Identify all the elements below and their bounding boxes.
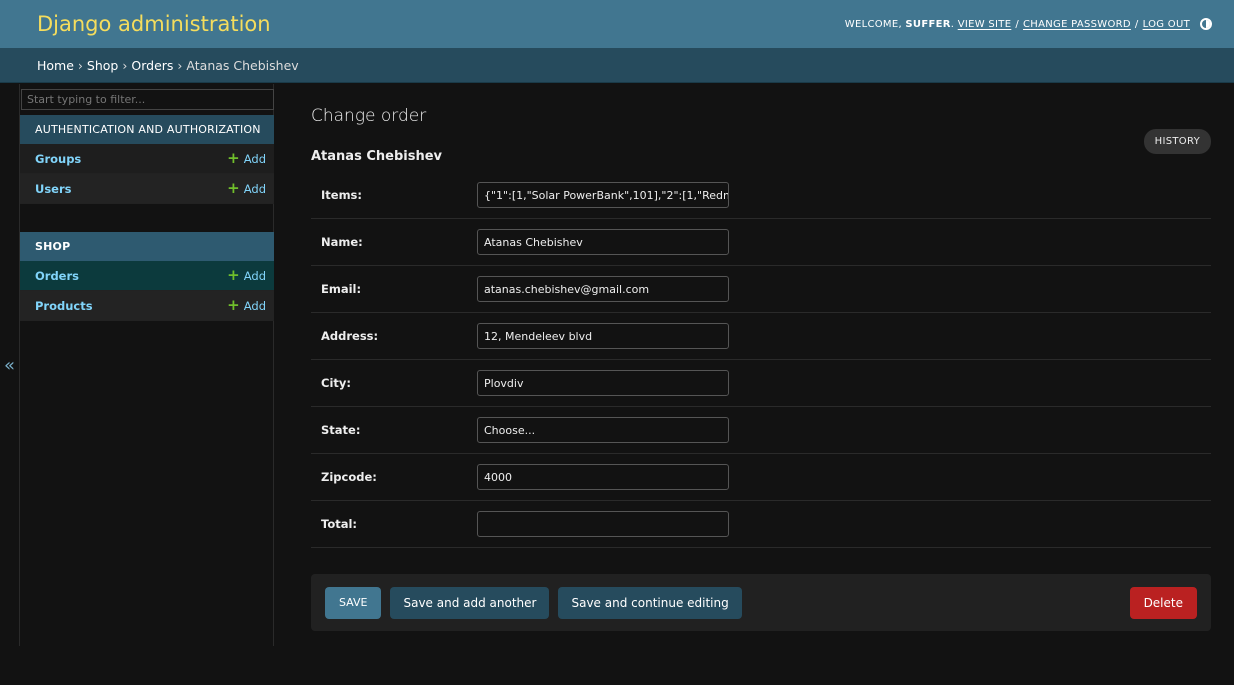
change-password-link[interactable]: Change password: [1023, 19, 1131, 30]
city-field[interactable]: Plovdiv: [477, 370, 729, 396]
form-row-name: Name: Atanas Chebishev: [311, 219, 1211, 266]
header: Django administration Welcome, SUFFER. V…: [0, 0, 1234, 48]
theme-toggle-icon[interactable]: [1200, 18, 1212, 30]
add-label: Add: [243, 298, 266, 313]
zipcode-label: Zipcode:: [321, 470, 377, 484]
add-groups-link[interactable]: + Add: [227, 151, 266, 166]
form-row-address: Address: 12, Mendeleev blvd: [311, 313, 1211, 360]
breadcrumb-current: Atanas Chebishev: [186, 57, 299, 73]
total-label: Total:: [321, 517, 358, 531]
sidebar-item-groups: Groups + Add: [20, 144, 274, 174]
form-row-state: State: Choose...: [311, 407, 1211, 454]
email-label: Email:: [321, 282, 362, 296]
items-label: Items:: [321, 188, 363, 202]
name-label: Name:: [321, 235, 363, 249]
breadcrumb-home[interactable]: Home: [37, 58, 74, 73]
sidebar-item-products: Products + Add: [20, 291, 274, 321]
add-label: Add: [243, 181, 266, 196]
history-button[interactable]: History: [1143, 129, 1211, 154]
state-field[interactable]: Choose...: [477, 417, 729, 443]
save-and-add-another-button[interactable]: Save and add another: [390, 586, 550, 619]
plus-icon: +: [227, 149, 240, 167]
toggle-nav-sidebar[interactable]: «: [0, 84, 20, 646]
breadcrumb-separator: ›: [77, 57, 83, 73]
breadcrumb-orders[interactable]: Orders: [131, 58, 173, 73]
form-row-total: Total:: [311, 501, 1211, 548]
nav-sidebar: Authentication and Authorization Groups …: [20, 84, 274, 646]
app-shop: Shop Orders + Add Products + Add: [20, 232, 274, 321]
nav-filter-input[interactable]: [21, 89, 274, 110]
site-branding[interactable]: Django administration: [37, 12, 271, 36]
model-link-groups[interactable]: Groups: [35, 152, 81, 166]
form-row-email: Email: atanas.chebishev@gmail.com: [311, 266, 1211, 313]
add-users-link[interactable]: + Add: [227, 181, 266, 196]
model-link-products[interactable]: Products: [35, 299, 93, 313]
welcome-text: Welcome,: [844, 18, 902, 30]
zipcode-field[interactable]: 4000: [477, 464, 729, 490]
sidebar-item-orders: Orders + Add: [20, 261, 274, 291]
form-row-items: Items: {"1":[1,"Solar PowerBank",101],"2…: [311, 172, 1211, 219]
breadcrumb-separator: ›: [177, 57, 183, 73]
save-and-continue-button[interactable]: Save and continue editing: [558, 586, 742, 619]
view-site-link[interactable]: View site: [958, 19, 1012, 30]
email-field[interactable]: atanas.chebishev@gmail.com: [477, 276, 729, 302]
plus-icon: +: [227, 296, 240, 314]
breadcrumb: Home › Shop › Orders › Atanas Chebishev: [0, 48, 1234, 83]
plus-icon: +: [227, 179, 240, 197]
username: SUFFER: [905, 18, 951, 30]
page-title: Change order: [311, 106, 427, 126]
items-field[interactable]: {"1":[1,"Solar PowerBank",101],"2":[1,"R…: [477, 182, 729, 208]
model-link-users[interactable]: Users: [35, 182, 72, 196]
app-caption-auth[interactable]: Authentication and Authorization: [20, 115, 274, 144]
form-row-zipcode: Zipcode: 4000: [311, 454, 1211, 501]
app-auth: Authentication and Authorization Groups …: [20, 115, 274, 204]
app-caption-shop[interactable]: Shop: [20, 232, 274, 261]
add-products-link[interactable]: + Add: [227, 298, 266, 313]
change-form: Items: {"1":[1,"Solar PowerBank",101],"2…: [311, 172, 1211, 548]
name-field[interactable]: Atanas Chebishev: [477, 229, 729, 255]
breadcrumb-shop[interactable]: Shop: [87, 58, 118, 73]
city-label: City:: [321, 376, 351, 390]
breadcrumb-separator: ›: [122, 57, 128, 73]
add-label: Add: [243, 268, 266, 283]
separator: /: [1134, 18, 1139, 30]
form-row-city: City: Plovdiv: [311, 360, 1211, 407]
address-field[interactable]: 12, Mendeleev blvd: [477, 323, 729, 349]
add-label: Add: [243, 151, 266, 166]
delete-button[interactable]: Delete: [1129, 586, 1197, 619]
address-label: Address:: [321, 329, 379, 343]
add-orders-link[interactable]: + Add: [227, 268, 266, 283]
submit-row: SAVE Save and add another Save and conti…: [311, 574, 1211, 631]
plus-icon: +: [227, 266, 240, 284]
model-link-orders[interactable]: Orders: [35, 269, 79, 283]
object-subtitle: Atanas Chebishev: [311, 149, 442, 164]
separator: /: [1015, 18, 1019, 30]
save-button[interactable]: SAVE: [325, 586, 382, 619]
sidebar-item-users: Users + Add: [20, 174, 274, 204]
state-label: State:: [321, 423, 361, 437]
chevron-double-left-icon: «: [3, 354, 15, 376]
user-tools: Welcome, SUFFER. View site / Change pass…: [845, 18, 1212, 30]
total-field[interactable]: [477, 511, 729, 537]
log-out-link[interactable]: Log out: [1143, 19, 1190, 30]
